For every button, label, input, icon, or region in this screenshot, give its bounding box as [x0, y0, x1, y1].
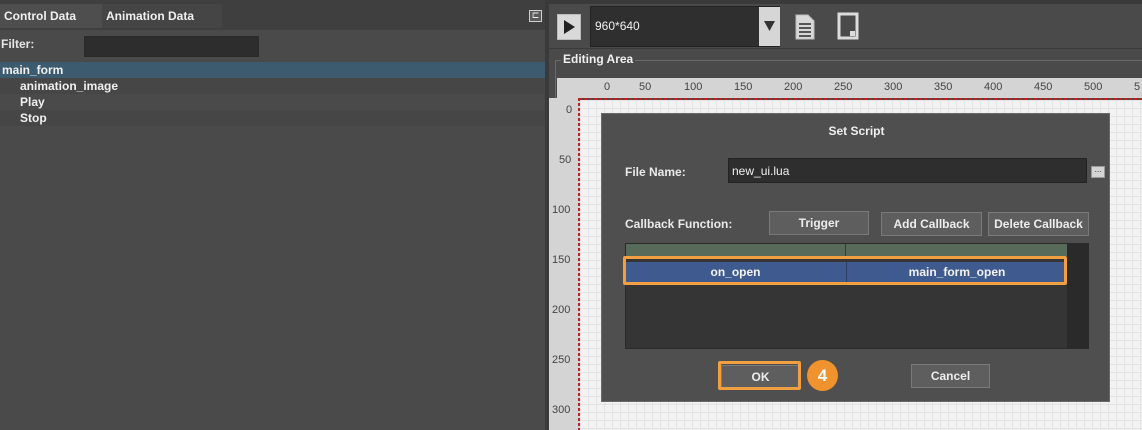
canvas-boundary-left: [578, 98, 580, 430]
vertical-ruler: 0 50 100 150 200 250 300: [549, 98, 580, 430]
callback-row-highlight: [623, 256, 1067, 285]
browse-button[interactable]: ...: [1091, 166, 1105, 178]
filter-input[interactable]: [84, 36, 259, 57]
panel-tab-bar: Control Data Animation Data ⊏: [0, 0, 545, 30]
tree-item-animation-image[interactable]: animation_image: [0, 78, 545, 94]
h-ruler-tick: 500: [1084, 81, 1103, 93]
v-ruler-tick: 50: [559, 154, 572, 166]
toolbar-divider: [549, 48, 1142, 49]
resolution-select[interactable]: 960*640: [590, 6, 780, 47]
editing-area-title: Editing Area: [561, 52, 636, 66]
h-ruler-tick: 200: [784, 81, 803, 93]
pin-icon[interactable]: ⊏: [529, 10, 542, 22]
delete-callback-button[interactable]: Delete Callback: [988, 212, 1089, 236]
data-panel: Control Data Animation Data ⊏ Filter: ma…: [0, 0, 545, 430]
tab-animation-data[interactable]: Animation Data: [102, 4, 222, 28]
v-ruler-tick: 150: [552, 254, 571, 266]
add-callback-button[interactable]: Add Callback: [881, 212, 982, 236]
step-badge: 4: [807, 360, 838, 391]
h-ruler-tick: 350: [934, 81, 953, 93]
chevron-down-icon: [764, 21, 775, 31]
play-button[interactable]: [557, 14, 581, 40]
filter-label: Filter:: [1, 37, 35, 51]
table-scrollbar[interactable]: [1067, 244, 1089, 348]
h-ruler-tick: 5: [1134, 81, 1141, 93]
trigger-button[interactable]: Trigger: [769, 211, 869, 235]
v-ruler-tick: 0: [566, 104, 573, 116]
h-ruler-tick: 50: [639, 81, 652, 93]
top-strip: [549, 0, 1142, 4]
app-window: Control Data Animation Data ⊏ Filter: ma…: [0, 0, 1142, 430]
horizontal-ruler: 0 50 100 150 200 250 300 350 400 450 500…: [557, 78, 1142, 98]
h-ruler-tick: 300: [884, 81, 903, 93]
h-ruler-tick: 100: [684, 81, 703, 93]
tab-control-data[interactable]: Control Data: [0, 4, 102, 28]
dialog-title: Set Script: [828, 124, 885, 138]
v-ruler-tick: 300: [552, 404, 571, 416]
play-icon: [564, 20, 575, 34]
resolution-value: 960*640: [595, 19, 640, 33]
h-ruler-tick: 0: [604, 81, 611, 93]
tree-item-stop[interactable]: Stop: [0, 110, 545, 126]
control-tree: main_form animation_image Play Stop: [0, 62, 545, 126]
frame-icon[interactable]: [837, 12, 859, 43]
canvas-boundary-top: [579, 98, 1142, 100]
ok-button-highlight: [718, 361, 801, 390]
h-ruler-tick: 250: [834, 81, 853, 93]
file-name-input[interactable]: [728, 158, 1087, 183]
tree-item-main-form[interactable]: main_form: [0, 62, 545, 78]
h-ruler-tick: 450: [1034, 81, 1053, 93]
document-icon[interactable]: [795, 14, 815, 43]
v-ruler-tick: 250: [552, 354, 571, 366]
h-ruler-tick: 150: [734, 81, 753, 93]
table-header: [626, 244, 1067, 256]
file-name-label: File Name:: [625, 165, 686, 179]
v-ruler-tick: 100: [552, 204, 571, 216]
callback-function-label: Callback Function:: [625, 217, 733, 231]
header-divider: [845, 244, 846, 256]
tree-item-play[interactable]: Play: [0, 94, 545, 110]
h-ruler-tick: 400: [984, 81, 1003, 93]
cancel-button[interactable]: Cancel: [911, 364, 990, 388]
v-ruler-tick: 200: [552, 304, 571, 316]
resolution-dropdown-button[interactable]: [759, 7, 780, 46]
